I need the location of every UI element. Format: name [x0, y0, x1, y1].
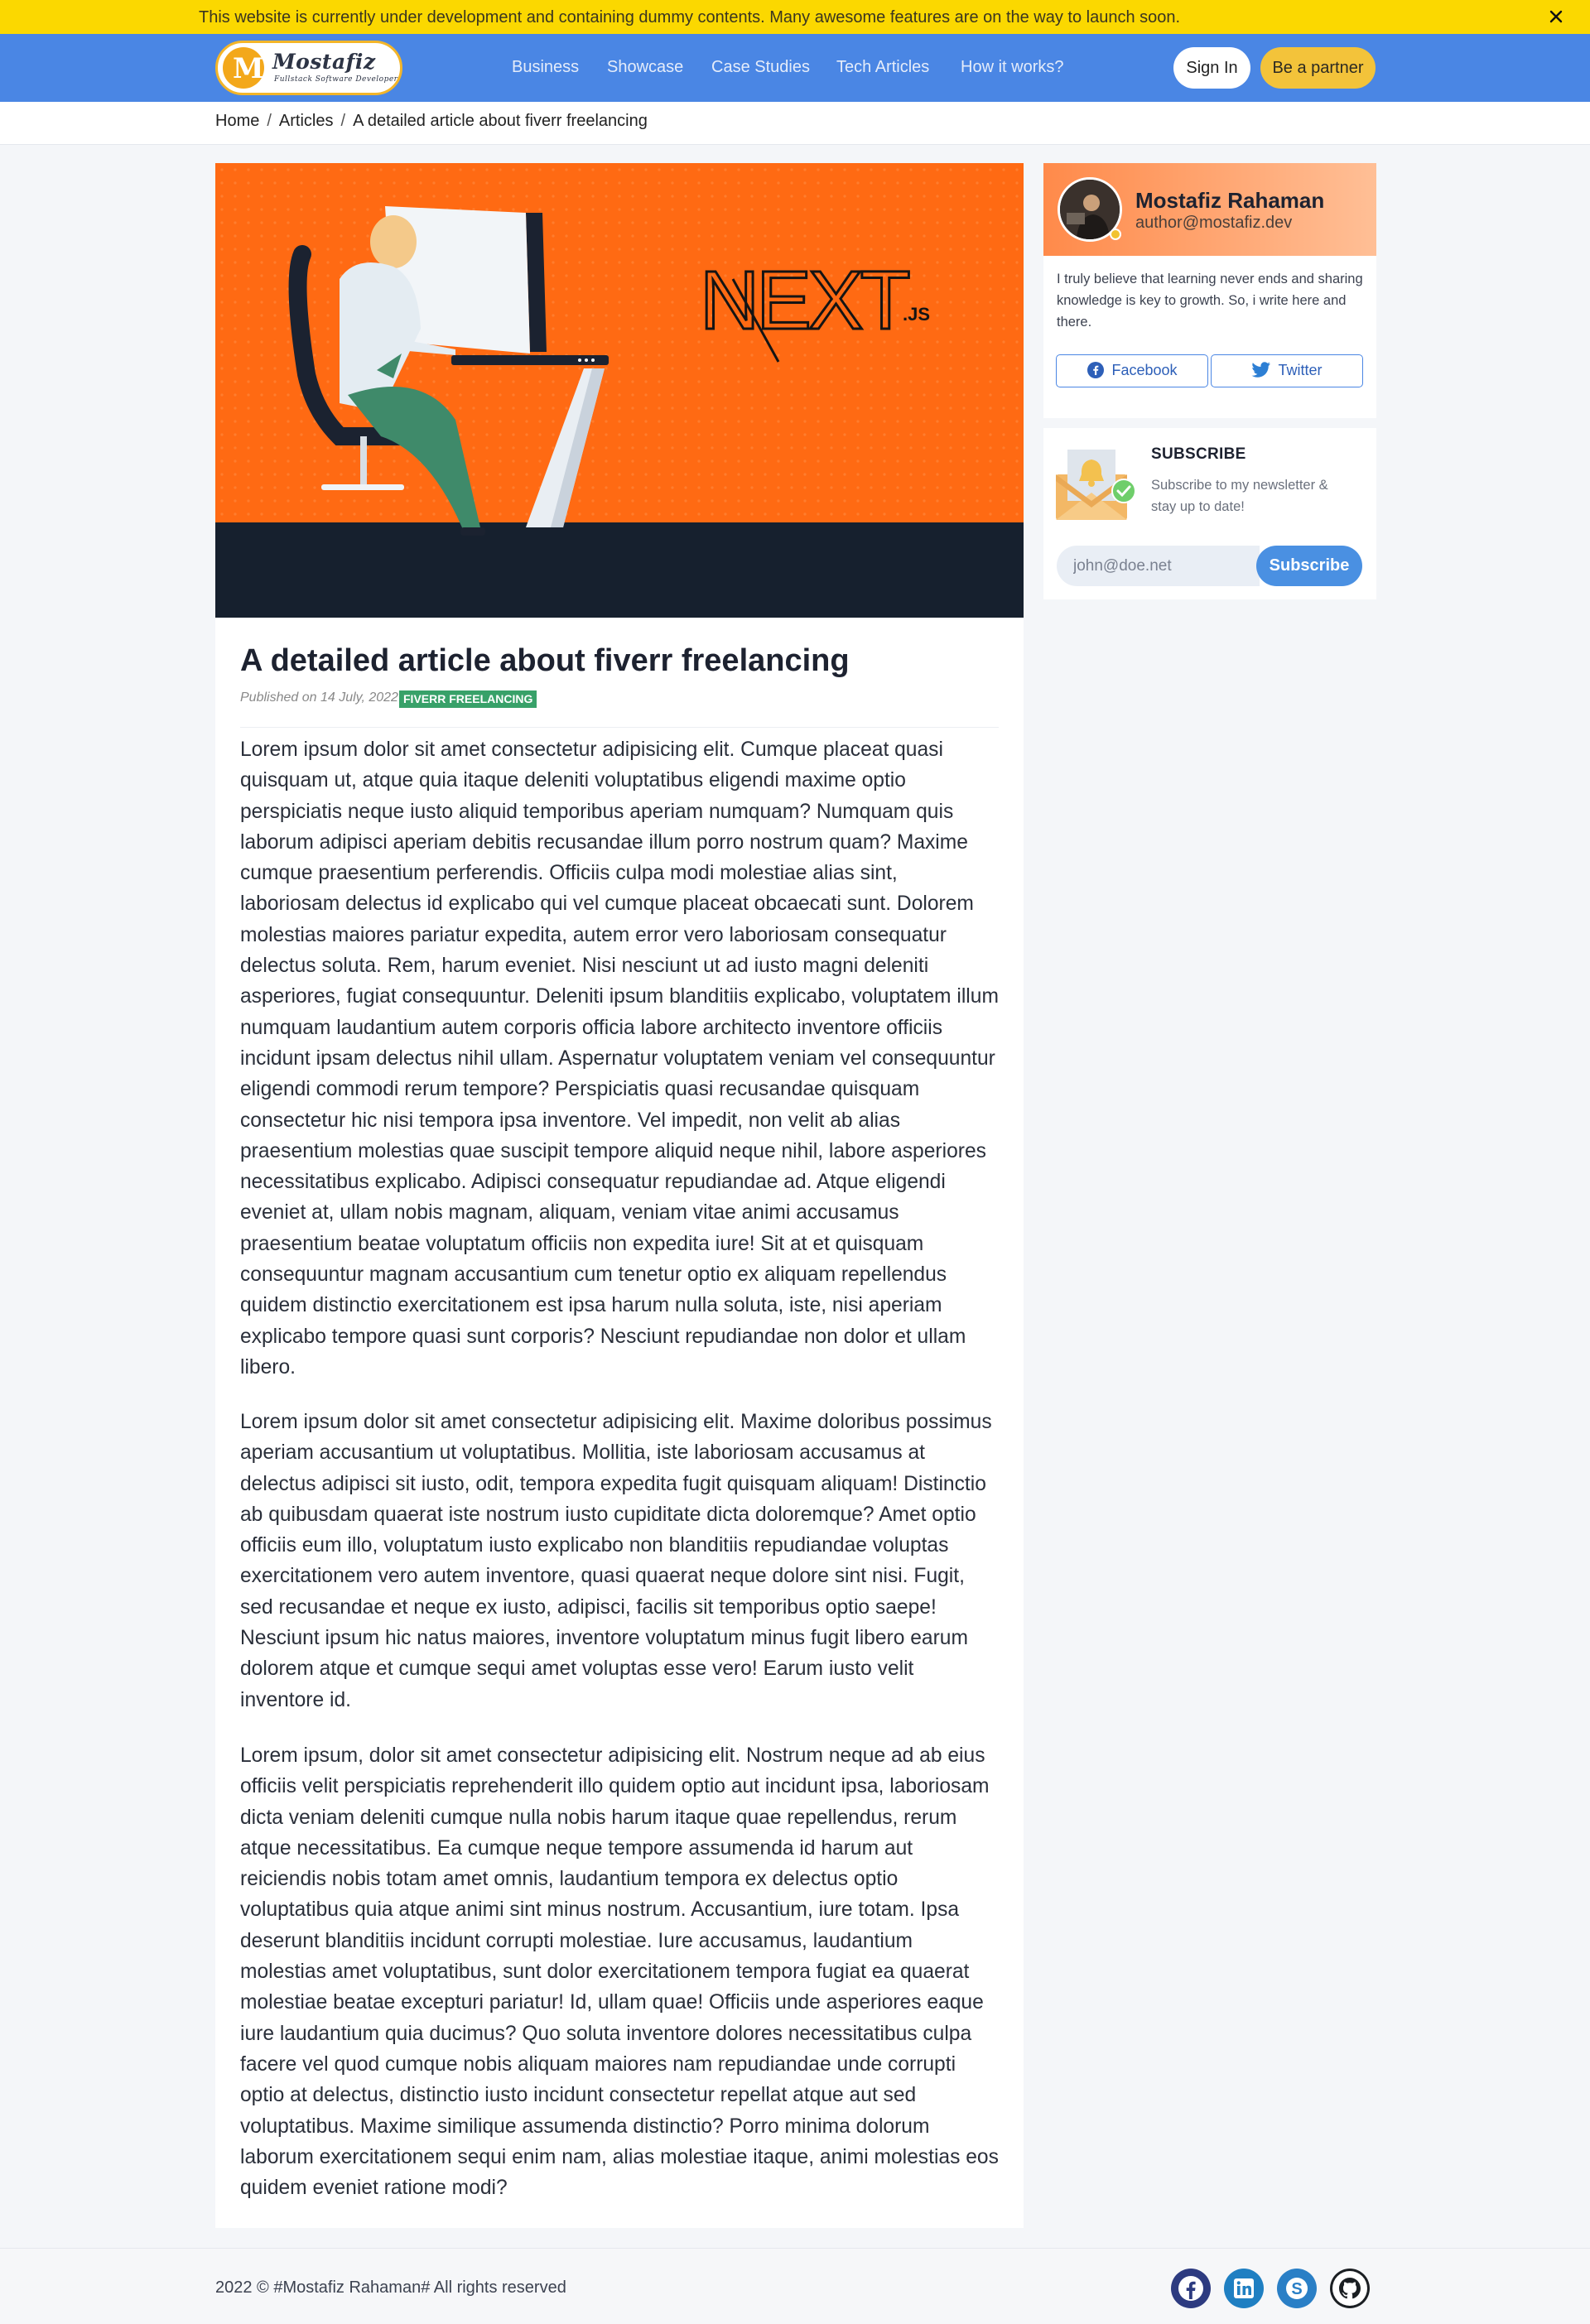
author-name: Mostafiz Rahaman	[1135, 188, 1325, 213]
twitter-icon	[1251, 362, 1271, 378]
nav-link-how-it-works[interactable]: How it works?	[961, 58, 1063, 77]
subscribe-card: SUBSCRIBE Subscribe to my newsletter & s…	[1043, 428, 1376, 599]
newsletter-envelope-icon	[1056, 441, 1139, 524]
logo-mark-icon: M	[223, 47, 264, 89]
nav-link-tech-articles[interactable]: Tech Articles	[836, 58, 929, 77]
be-a-partner-button[interactable]: Be a partner	[1260, 47, 1376, 89]
dev-notice-text: This website is currently under developm…	[199, 8, 1181, 26]
facebook-icon	[1087, 362, 1105, 378]
twitter-label: Twitter	[1278, 362, 1323, 378]
online-status-dot	[1110, 229, 1121, 240]
linkedin-icon[interactable]	[1224, 2269, 1264, 2308]
nav-link-business[interactable]: Business	[512, 58, 579, 77]
subscribe-description: Subscribe to my newsletter & stay up to …	[1151, 478, 1328, 514]
skype-icon[interactable]: S	[1277, 2269, 1317, 2308]
category-badge[interactable]: FIVERR FREELANCING	[399, 690, 537, 708]
twitter-button[interactable]: Twitter	[1211, 354, 1363, 387]
facebook-button[interactable]: Facebook	[1056, 354, 1208, 387]
nav-link-showcase[interactable]: Showcase	[607, 58, 683, 77]
svg-text:S: S	[1291, 2280, 1302, 2298]
sign-in-button[interactable]: Sign In	[1173, 47, 1250, 89]
brand-tagline: Fullstack Software Developer	[274, 75, 398, 84]
breadcrumb-current: A detailed article about fiverr freelanc…	[353, 112, 648, 130]
footer: 2022 © #Mostafiz Rahaman# All rights res…	[0, 2248, 1590, 2324]
meta-divider	[240, 727, 999, 728]
author-bio: I truly believe that learning never ends…	[1057, 272, 1363, 330]
published-date: Published on 14 July, 2022	[240, 690, 398, 705]
facebook-icon[interactable]	[1171, 2269, 1211, 2308]
breadcrumb: Home / Articles / A detailed article about f…	[215, 112, 648, 130]
facebook-label: Facebook	[1111, 362, 1178, 378]
article-title: A detailed article about fiverr freelanc…	[240, 643, 850, 678]
breadcrumb-articles[interactable]: Articles	[279, 112, 334, 130]
article-card: NEXT .JS A detailed article about fiverr…	[215, 163, 1024, 2228]
close-icon[interactable]	[1544, 5, 1568, 28]
article-paragraph-2: Lorem ipsum dolor sit amet consectetur a…	[240, 1411, 992, 1711]
brand-logo[interactable]: M Mostafiz Fullstack Software Developer	[215, 41, 402, 95]
article-hero-image: NEXT .JS	[215, 163, 1024, 618]
breadcrumb-bar: Home / Articles / A detailed article about f…	[0, 102, 1590, 145]
subscribe-title: SUBSCRIBE	[1151, 445, 1246, 463]
author-card: Mostafiz Rahaman author@mostafiz.dev I t…	[1043, 163, 1376, 418]
author-email[interactable]: author@mostafiz.dev	[1135, 214, 1292, 233]
article-paragraph-3: Lorem ipsum, dolor sit amet consectetur …	[240, 1744, 999, 2200]
breadcrumb-home[interactable]: Home	[215, 112, 259, 130]
dev-notice-banner: This website is currently under developm…	[0, 0, 1590, 34]
author-card-header: Mostafiz Rahaman author@mostafiz.dev	[1043, 163, 1376, 256]
copyright-text: 2022 © #Mostafiz Rahaman# All rights res…	[215, 2278, 566, 2297]
svg-text:NEXT: NEXT	[700, 254, 909, 347]
github-icon[interactable]	[1330, 2269, 1370, 2308]
svg-text:.JS: .JS	[903, 304, 930, 325]
article-paragraph-1: Lorem ipsum dolor sit amet consectetur a…	[240, 739, 999, 1379]
subscribe-email-input[interactable]	[1057, 546, 1260, 586]
subscribe-button[interactable]: Subscribe	[1256, 546, 1362, 586]
nav-link-case-studies[interactable]: Case Studies	[711, 58, 810, 77]
brand-name: Mostafiz	[272, 50, 376, 74]
